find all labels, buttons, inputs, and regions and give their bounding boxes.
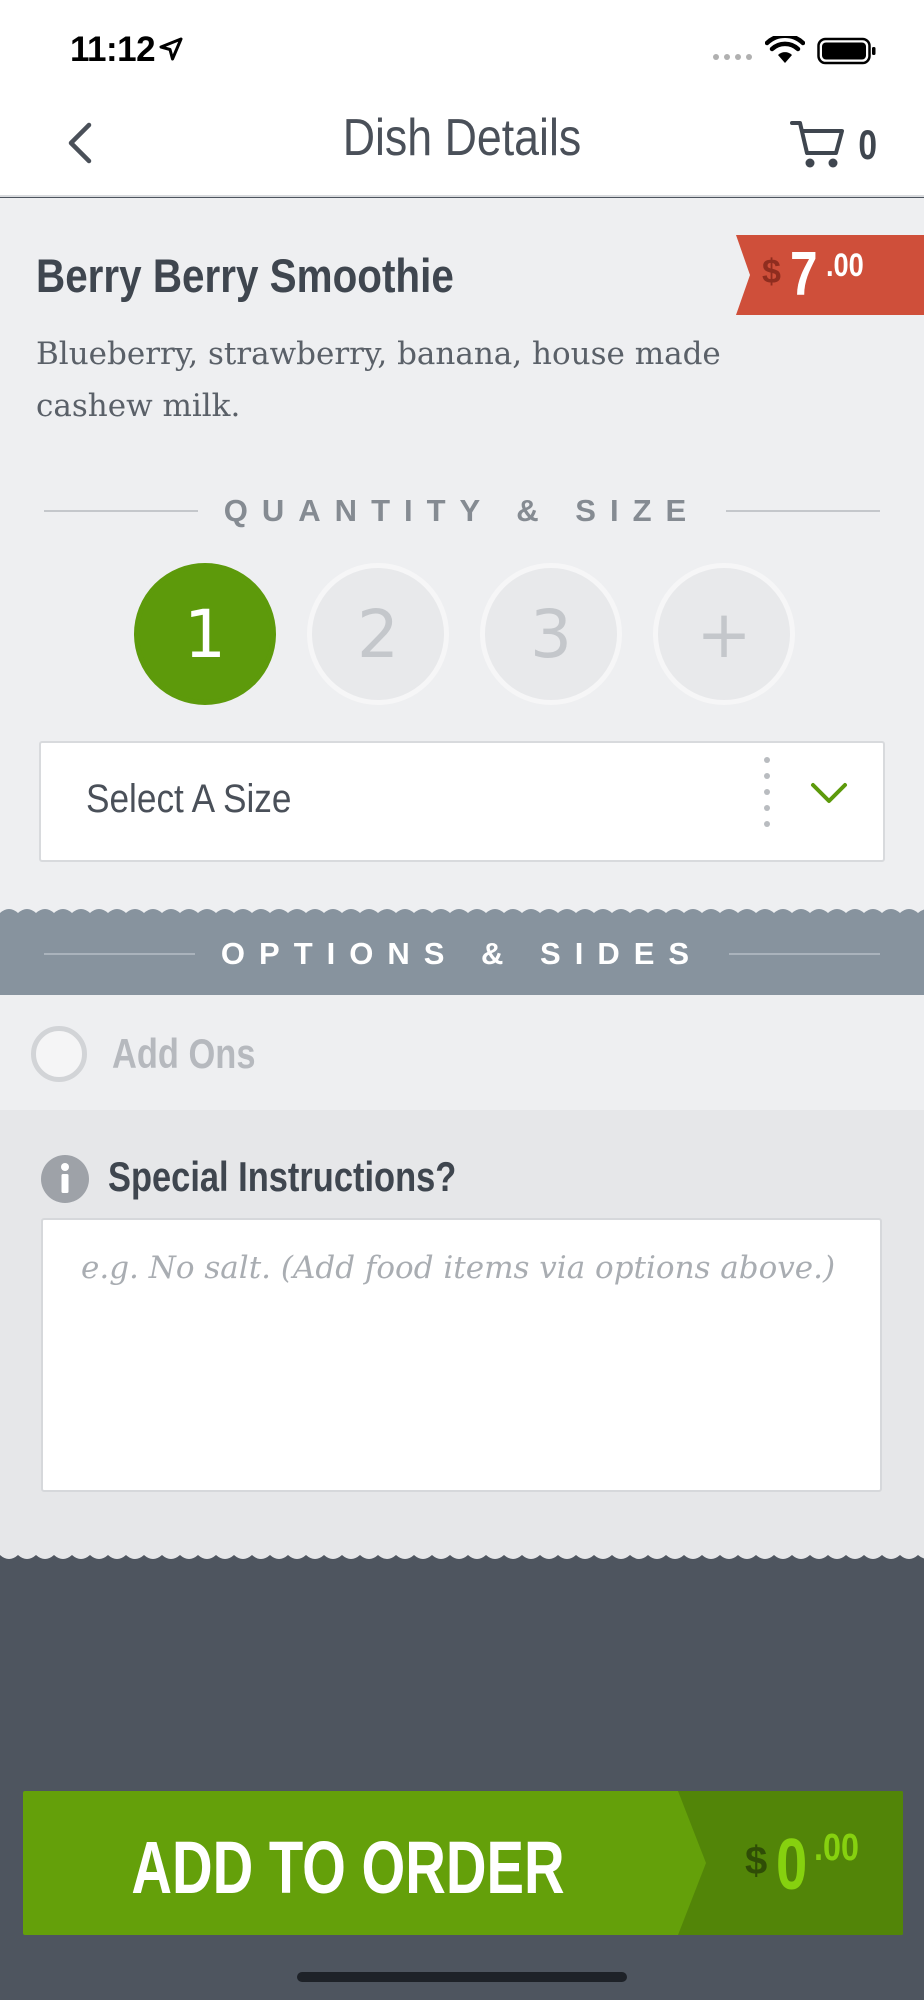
options-sides-band: OPTIONS & SIDES [0,909,924,995]
price-cents: .00 [826,247,864,283]
size-select-label: Select A Size [86,777,292,821]
wave-edge [0,1549,924,1559]
special-instructions: Special Instructions? [0,1110,924,1555]
order-total-cents: .00 [814,1827,859,1869]
home-indicator [297,1972,627,1982]
order-total-currency: $ [745,1839,768,1883]
quantity-size-divider: QUANTITY & SIZE [44,491,880,531]
location-arrow-icon [159,37,183,61]
addons-row[interactable]: Add Ons [0,995,924,1110]
cart-icon [790,121,844,168]
signal-icon [713,54,752,60]
wifi-icon [765,36,805,63]
add-to-order-button[interactable]: ADD TO ORDER $ 0 .00 [23,1791,903,1935]
order-total-whole: 0 [776,1825,808,1905]
quantity-option-1[interactable]: 1 [134,563,276,705]
options-sides-divider: OPTIONS & SIDES [44,934,881,974]
price-currency: $ [762,253,781,291]
dish-description: Blueberry, strawberry, banana, house mad… [36,336,721,424]
status-time: 11:12 [70,30,156,69]
quantity-option-more[interactable]: + [653,563,795,705]
dish-details: Berry Berry Smoothie $ 7 .00 Blueberry, … [0,198,924,913]
add-to-order-label: ADD TO ORDER [131,1826,565,1909]
size-select[interactable]: Select A Size [39,741,885,862]
order-total: $ 0 .00 [678,1791,903,1935]
price-whole: 7 [790,240,818,309]
nav-bar: Dish Details 0 [0,100,924,197]
info-icon [41,1155,89,1203]
price-tag: $ 7 .00 [736,235,924,315]
instructions-title: Special Instructions? [108,1153,457,1200]
chevron-down-icon [811,783,847,803]
addons-radio[interactable] [31,1026,87,1082]
instructions-input[interactable] [41,1218,882,1492]
status-bar: 11:12 [0,0,924,100]
quantity-selector: 1 2 3 + [134,563,795,705]
quantity-option-2[interactable]: 2 [307,563,449,705]
quantity-size-label: QUANTITY & SIZE [223,493,701,528]
dish-name: Berry Berry Smoothie [36,249,454,302]
addons-label: Add Ons [112,1030,256,1077]
options-sides-label: OPTIONS & SIDES [220,936,704,971]
quantity-option-3[interactable]: 3 [480,563,622,705]
separator-dots [764,757,770,827]
page-title: Dish Details [342,109,582,167]
battery-icon [817,37,876,65]
cart-count: 0 [858,121,878,168]
cart-button[interactable]: 0 [790,115,879,175]
wave-edge [0,909,924,919]
